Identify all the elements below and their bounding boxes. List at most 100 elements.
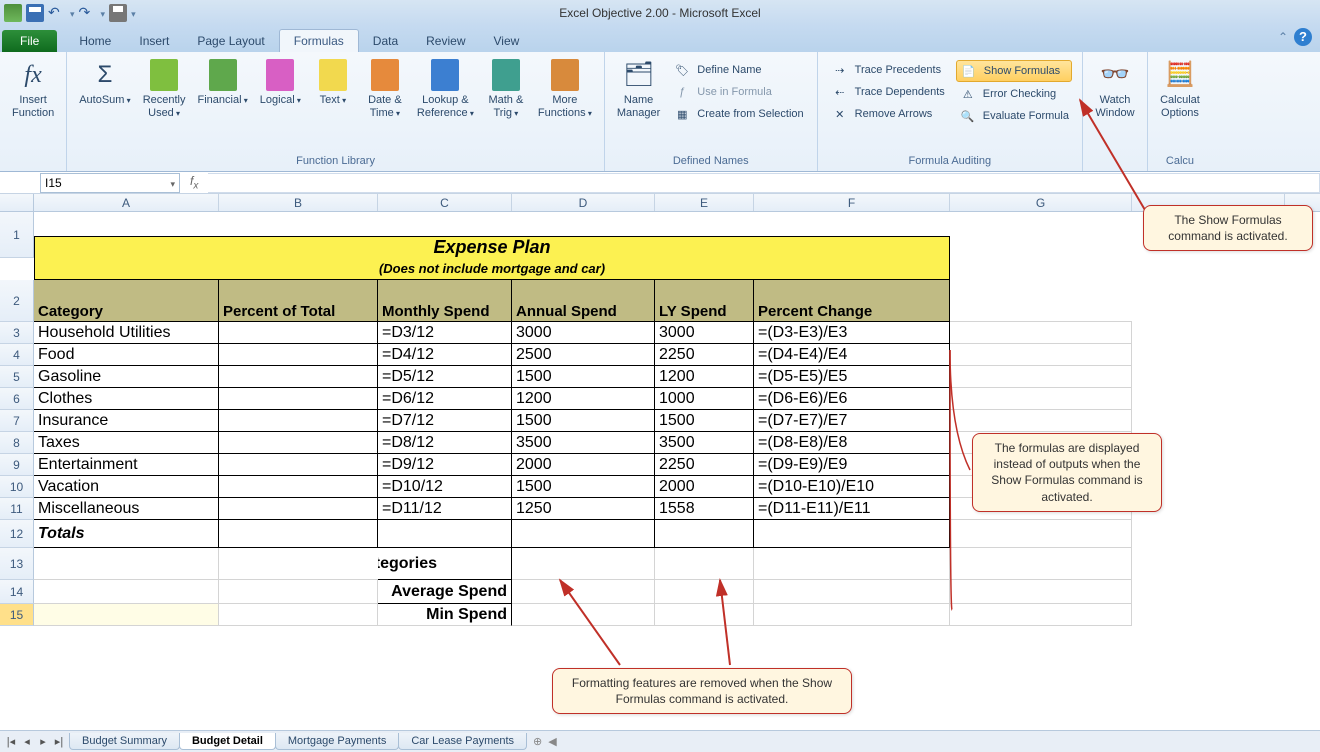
cell-C4[interactable]: =D4/12	[378, 344, 512, 366]
cell-C11[interactable]: =D11/12	[378, 498, 512, 520]
cell-B8[interactable]	[219, 432, 378, 454]
sheet-nav-prev-icon[interactable]: ◂	[20, 735, 34, 748]
col-header-E[interactable]: E	[655, 194, 754, 211]
cell-F10[interactable]: =(D10-E10)/E10	[754, 476, 950, 498]
row-header-9[interactable]: 9	[0, 454, 34, 476]
cell-A5[interactable]: Gasoline	[34, 366, 219, 388]
cell-E7[interactable]: 1500	[655, 410, 754, 432]
col-header-C[interactable]: C	[378, 194, 512, 211]
cell-A7[interactable]: Insurance	[34, 410, 219, 432]
cell-B9[interactable]	[219, 454, 378, 476]
cell-F3[interactable]: =(D3-E3)/E3	[754, 322, 950, 344]
row-header-12[interactable]: 12	[0, 520, 34, 548]
cell-D6[interactable]: 1200	[512, 388, 655, 410]
use-in-formula-button[interactable]: ƒUse in Formula	[670, 82, 806, 102]
cell-D5[interactable]: 1500	[512, 366, 655, 388]
cell-F15[interactable]	[754, 604, 950, 626]
row-header-7[interactable]: 7	[0, 410, 34, 432]
cell-E6[interactable]: 1000	[655, 388, 754, 410]
select-all-corner[interactable]	[0, 194, 34, 211]
cell-D7[interactable]: 1500	[512, 410, 655, 432]
cell-C12[interactable]	[378, 520, 512, 548]
cell-B15[interactable]	[219, 604, 378, 626]
cell-C7[interactable]: =D7/12	[378, 410, 512, 432]
row-header-13[interactable]: 13	[0, 548, 34, 580]
cell-A6[interactable]: Clothes	[34, 388, 219, 410]
num-categories-label[interactable]: Number of Categories	[378, 548, 512, 580]
trace-dependents-button[interactable]: ⇠Trace Dependents	[828, 82, 948, 102]
cell-G6[interactable]	[950, 388, 1132, 410]
cell-A15[interactable]	[34, 604, 219, 626]
minimize-ribbon-icon[interactable]	[1278, 30, 1288, 44]
cell-F4[interactable]: =(D4-E4)/E4	[754, 344, 950, 366]
show-formulas-button[interactable]: 📄Show Formulas	[956, 60, 1072, 82]
cell-F14[interactable]	[754, 580, 950, 604]
tab-home[interactable]: Home	[65, 30, 125, 52]
cell-D10[interactable]: 1500	[512, 476, 655, 498]
cell-D15[interactable]	[512, 604, 655, 626]
header-annual-spend[interactable]: Annual Spend	[512, 280, 655, 322]
math-trig-button[interactable]: Math & Trig	[480, 54, 532, 120]
qat-customize-dropdown[interactable]	[131, 6, 136, 20]
formula-input[interactable]	[208, 173, 1320, 193]
cell-A11[interactable]: Miscellaneous	[34, 498, 219, 520]
undo-icon[interactable]	[48, 4, 66, 22]
cell-E3[interactable]: 3000	[655, 322, 754, 344]
cell-C8[interactable]: =D8/12	[378, 432, 512, 454]
cell-A13[interactable]	[34, 548, 219, 580]
cell-C6[interactable]: =D6/12	[378, 388, 512, 410]
new-sheet-icon[interactable]: ⊕	[533, 735, 542, 748]
tab-formulas[interactable]: Formulas	[279, 29, 359, 52]
cell-E4[interactable]: 2250	[655, 344, 754, 366]
cell-B11[interactable]	[219, 498, 378, 520]
date-time-button[interactable]: Date & Time	[359, 54, 411, 120]
row-header-10[interactable]: 10	[0, 476, 34, 498]
cell-F12[interactable]	[754, 520, 950, 548]
header-category[interactable]: Category	[34, 280, 219, 322]
text-button[interactable]: Text	[307, 54, 359, 107]
cell-G15[interactable]	[950, 604, 1132, 626]
cell-E15[interactable]	[655, 604, 754, 626]
col-header-F[interactable]: F	[754, 194, 950, 211]
tab-review[interactable]: Review	[412, 30, 479, 52]
evaluate-formula-button[interactable]: 🔍Evaluate Formula	[956, 106, 1072, 126]
cell-F9[interactable]: =(D9-E9)/E9	[754, 454, 950, 476]
cell-D12[interactable]	[512, 520, 655, 548]
grid-body[interactable]: 1 Expense Plan (Does not include mortgag…	[0, 212, 1320, 626]
cell-F5[interactable]: =(D5-E5)/E5	[754, 366, 950, 388]
cell-D3[interactable]: 3000	[512, 322, 655, 344]
cell-F13[interactable]	[754, 548, 950, 580]
cell-F8[interactable]: =(D8-E8)/E8	[754, 432, 950, 454]
autosum-button[interactable]: ΣAutoSum	[73, 54, 137, 107]
cell-G7[interactable]	[950, 410, 1132, 432]
sheet-tab-budget-detail[interactable]: Budget Detail	[179, 733, 276, 750]
cell-D9[interactable]: 2000	[512, 454, 655, 476]
cell-G4[interactable]	[950, 344, 1132, 366]
undo-dropdown[interactable]	[70, 6, 75, 20]
header-ly-spend[interactable]: LY Spend	[655, 280, 754, 322]
cell-D13[interactable]	[512, 548, 655, 580]
financial-button[interactable]: Financial	[192, 54, 254, 107]
cell-A10[interactable]: Vacation	[34, 476, 219, 498]
row-header-5[interactable]: 5	[0, 366, 34, 388]
cell-D11[interactable]: 1250	[512, 498, 655, 520]
cell-E8[interactable]: 3500	[655, 432, 754, 454]
cell-A3[interactable]: Household Utilities	[34, 322, 219, 344]
row-header-6[interactable]: 6	[0, 388, 34, 410]
redo-icon[interactable]	[79, 4, 97, 22]
tab-scroll-split[interactable]: ◀	[548, 735, 556, 748]
col-header-G[interactable]: G	[950, 194, 1132, 211]
name-manager-button[interactable]: 🗂Name Manager	[611, 54, 666, 120]
lookup-reference-button[interactable]: Lookup & Reference	[411, 54, 480, 120]
help-icon[interactable]: ?	[1294, 28, 1312, 46]
sheet-nav-first-icon[interactable]: |◂	[4, 735, 18, 748]
cell-D8[interactable]: 3500	[512, 432, 655, 454]
cell-D4[interactable]: 2500	[512, 344, 655, 366]
cell-E10[interactable]: 2000	[655, 476, 754, 498]
cell-C3[interactable]: =D3/12	[378, 322, 512, 344]
cell-A9[interactable]: Entertainment	[34, 454, 219, 476]
totals-label[interactable]: Totals	[34, 520, 219, 548]
row-header-1[interactable]: 1	[0, 212, 34, 258]
header-monthly-spend[interactable]: Monthly Spend	[378, 280, 512, 322]
cell-A4[interactable]: Food	[34, 344, 219, 366]
